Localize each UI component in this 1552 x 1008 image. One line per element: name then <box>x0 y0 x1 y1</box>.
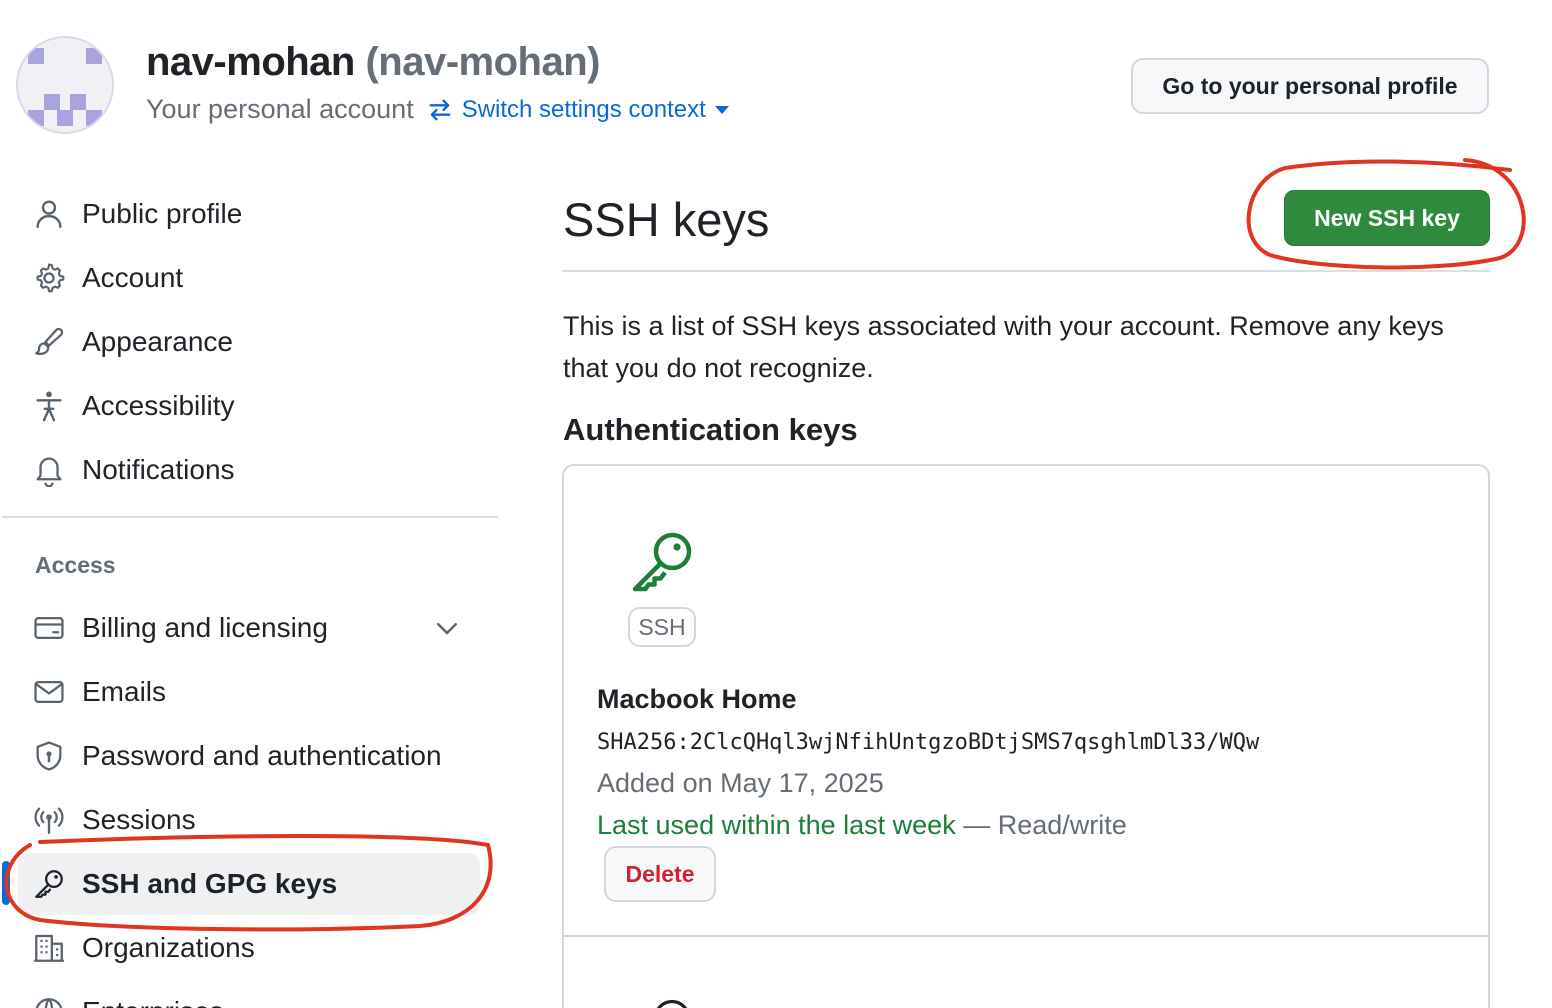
globe-icon <box>35 998 63 1008</box>
shield-lock-icon <box>36 741 62 771</box>
new-ssh-key-button[interactable]: New SSH key <box>1284 190 1490 246</box>
page-title: SSH keys <box>563 193 770 246</box>
key-added-date: Added on May 17, 2025 <box>597 768 884 798</box>
sidebar-item-label: Billing and licensing <box>82 612 328 643</box>
sidebar-item-label: Enterprises <box>82 996 224 1008</box>
sidebar-item-public-profile[interactable]: Public profile <box>18 183 480 245</box>
sidebar-item-label: Emails <box>82 676 167 707</box>
sidebar-item-accessibility[interactable]: Accessibility <box>18 375 480 437</box>
paintbrush-icon <box>35 327 64 356</box>
person-icon <box>36 200 62 228</box>
sidebar-item-password-auth[interactable]: Password and authentication <box>18 725 480 787</box>
sidebar-item-label: SSH and GPG keys <box>82 868 338 899</box>
settings-sidebar: Public profile Account Appearance Access… <box>0 0 500 1008</box>
go-to-profile-button[interactable]: Go to your personal profile <box>1131 58 1489 114</box>
sidebar-item-label: Appearance <box>82 326 234 357</box>
key-fingerprint: SHA256:2ClcQHql3wjNfihUntgzoBDtjSMS7qsgh… <box>597 730 1260 755</box>
credit-card-icon <box>34 616 64 640</box>
key-title: Macbook Home <box>597 684 797 714</box>
sidebar-section-heading-access: Access <box>35 552 116 578</box>
active-indicator <box>2 861 10 905</box>
sidebar-item-billing[interactable]: Billing and licensing <box>18 597 480 659</box>
key-icon-partial <box>656 999 688 1008</box>
sidebar-item-enterprises[interactable]: Enterprises <box>18 981 480 1008</box>
key-icon <box>632 532 692 592</box>
sidebar-item-label: Account <box>82 262 184 293</box>
sidebar-item-label: Password and authentication <box>82 740 442 771</box>
key-icon <box>35 870 63 898</box>
sidebar-item-notifications[interactable]: Notifications <box>18 439 480 501</box>
key-last-used: Last used within the last week — Read/wr… <box>597 810 1127 841</box>
keys-list: SSH Macbook Home SHA256:2ClcQHql3wjNfihU… <box>562 464 1490 1008</box>
sidebar-item-appearance[interactable]: Appearance <box>18 311 480 373</box>
sidebar-item-label: Notifications <box>82 454 235 485</box>
organization-icon <box>34 934 64 962</box>
chevron-down-icon[interactable] <box>432 613 462 643</box>
sidebar-item-account[interactable]: Account <box>18 247 480 309</box>
sidebar-item-sessions[interactable]: Sessions <box>18 789 480 851</box>
gear-icon <box>36 263 65 293</box>
caret-down-icon <box>714 105 729 114</box>
delete-key-button[interactable]: Delete <box>604 846 716 902</box>
broadcast-icon <box>34 807 64 834</box>
ssh-badge: SSH <box>628 607 696 647</box>
key-access-level: — Read/write <box>955 810 1127 840</box>
sidebar-item-organizations[interactable]: Organizations <box>18 917 480 979</box>
title-divider <box>562 270 1490 272</box>
key-separator <box>564 935 1488 937</box>
section-heading-authentication-keys: Authentication keys <box>563 412 858 447</box>
last-used-text: Last used within the last week <box>597 810 956 840</box>
sidebar-item-label: Public profile <box>82 198 243 229</box>
sidebar-item-ssh-gpg-keys[interactable]: SSH and GPG keys <box>18 853 480 915</box>
intro-text: This is a list of SSH keys associated wi… <box>563 311 1444 383</box>
sidebar-item-emails[interactable]: Emails <box>18 661 480 723</box>
bell-icon <box>36 457 62 487</box>
sidebar-item-label: Accessibility <box>82 390 235 421</box>
sidebar-divider <box>2 516 498 518</box>
sidebar-item-label: Sessions <box>82 804 196 835</box>
sidebar-item-label: Organizations <box>82 932 255 963</box>
mail-icon <box>34 680 64 704</box>
accessibility-icon <box>36 391 62 422</box>
